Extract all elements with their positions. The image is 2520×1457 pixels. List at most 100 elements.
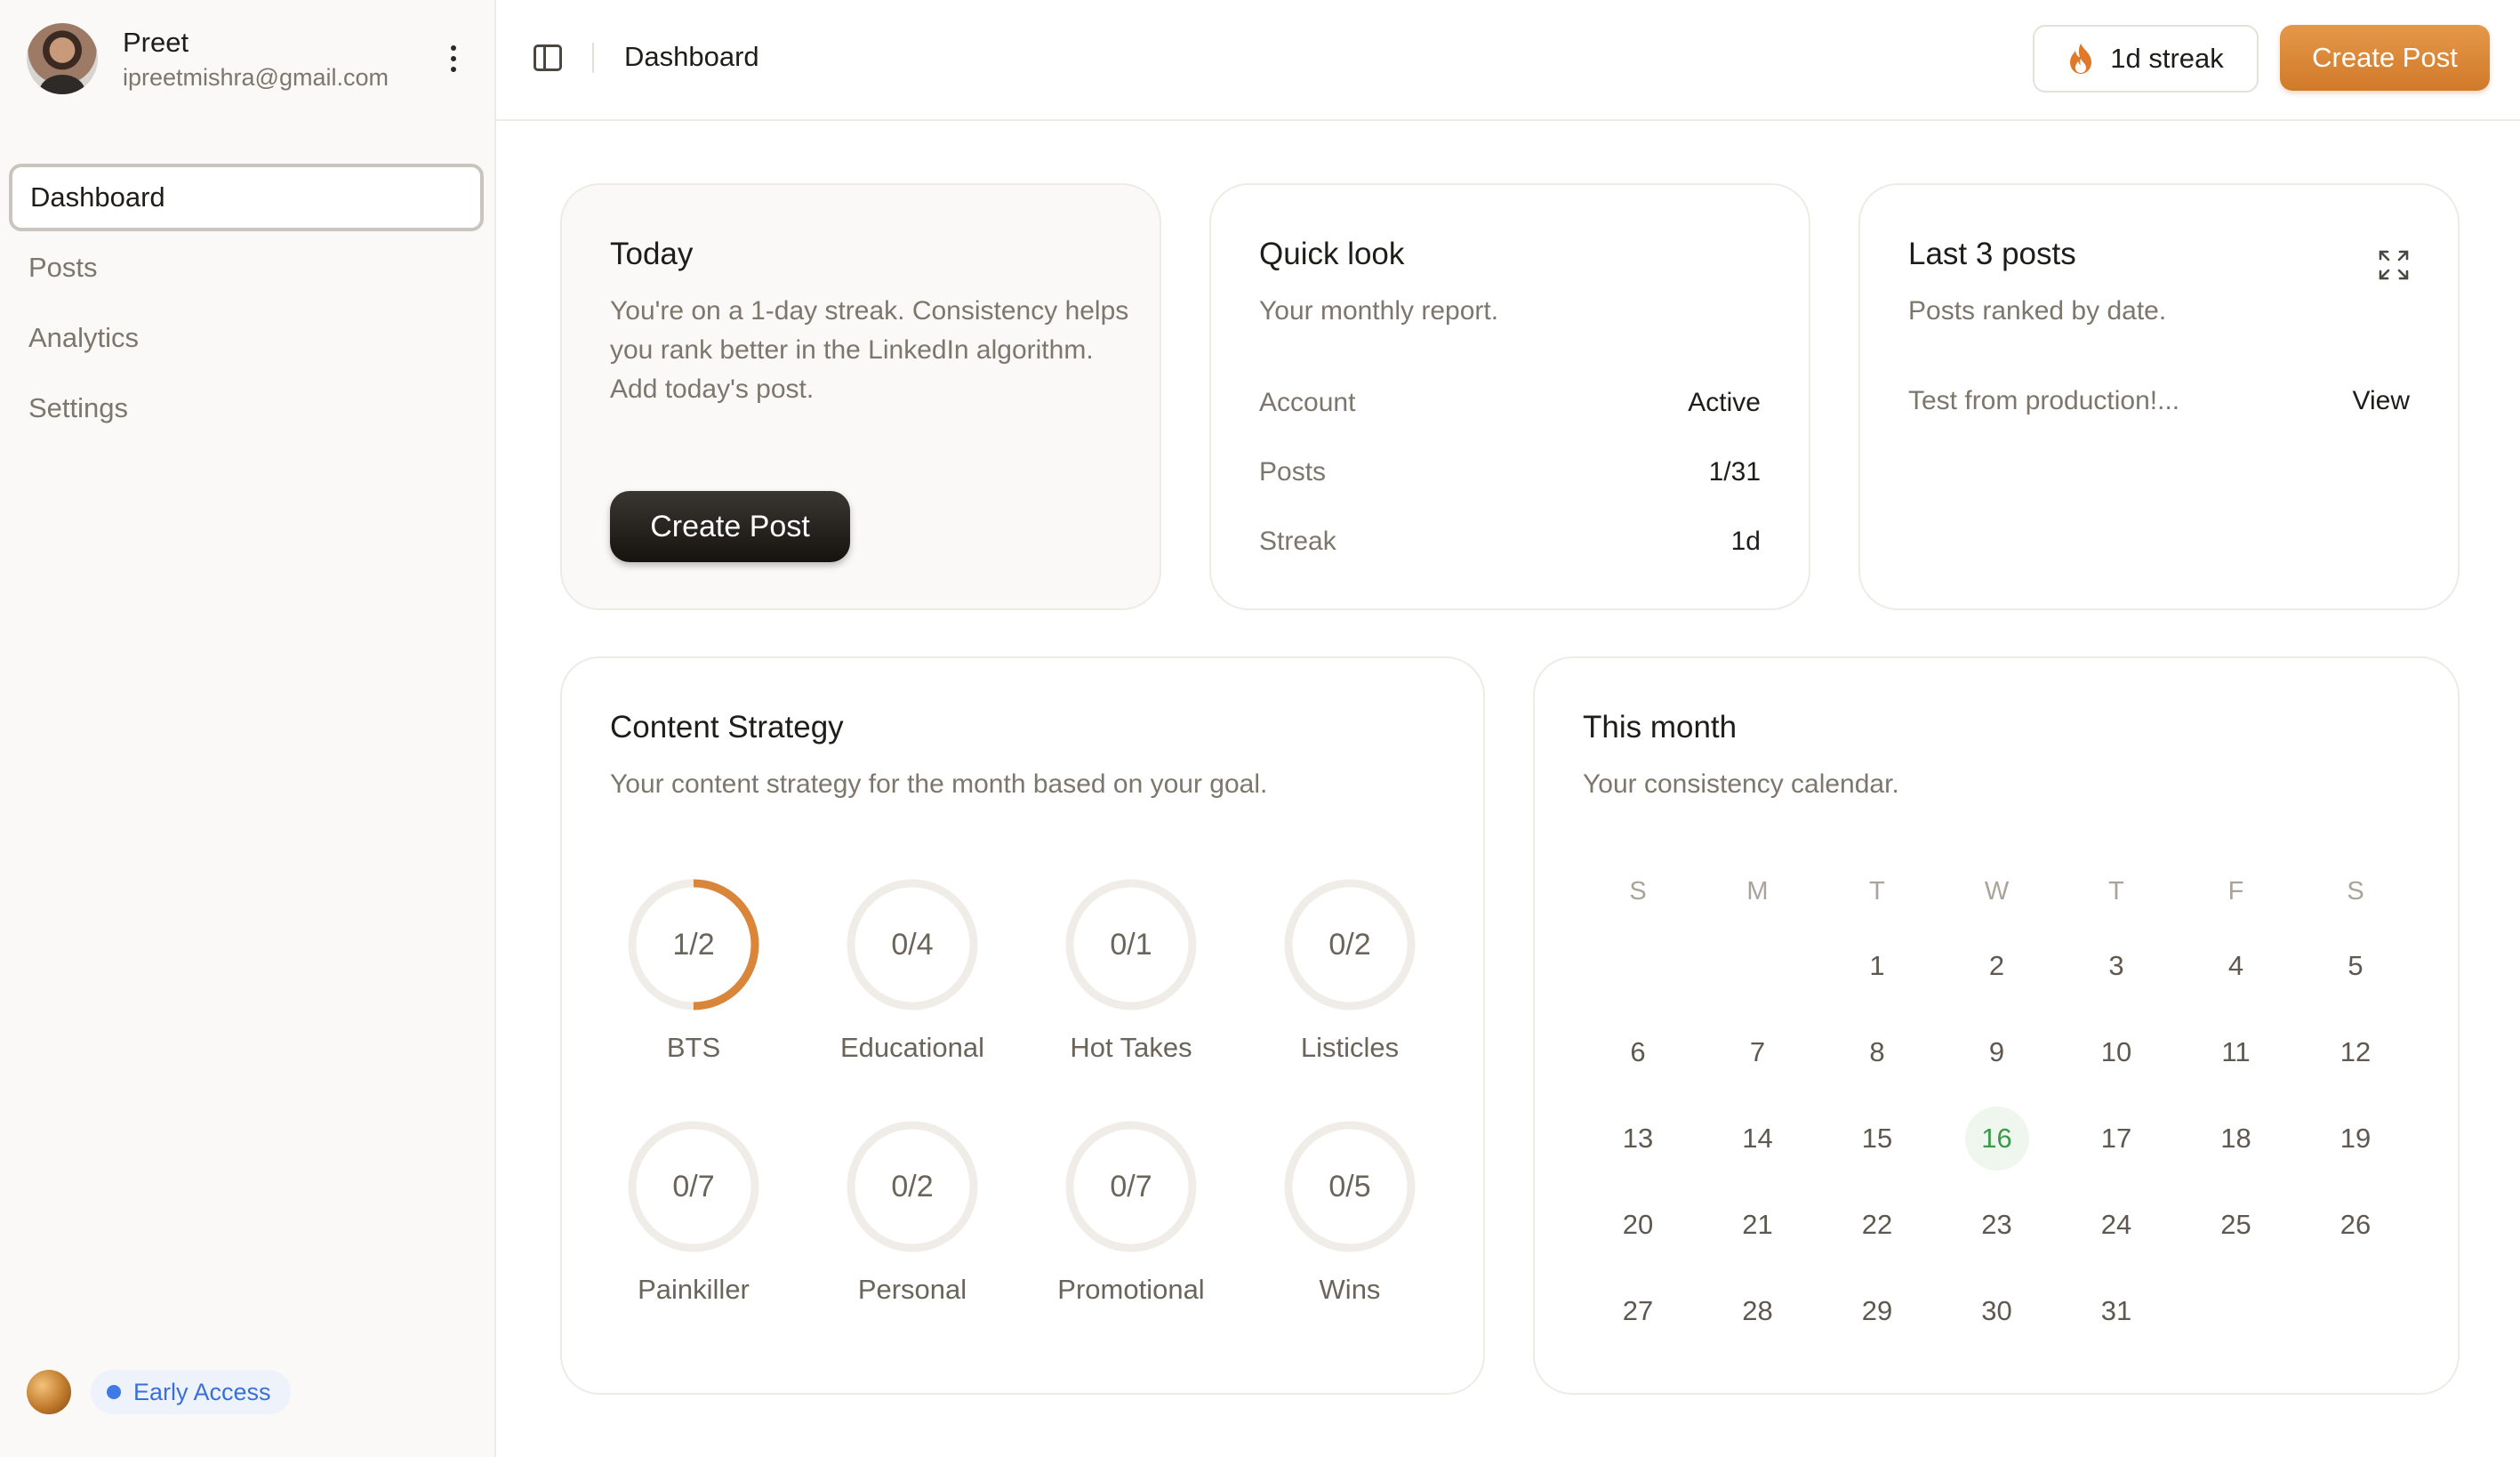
sidebar-item-dashboard[interactable]: Dashboard xyxy=(9,164,484,231)
today-create-post-button[interactable]: Create Post xyxy=(610,491,850,562)
quick-look-key: Account xyxy=(1259,388,1356,417)
strategy-progress-value: 1/2 xyxy=(672,927,715,962)
topbar: Dashboard 1d streak Create Post xyxy=(496,0,2520,121)
strategy-label: Educational xyxy=(839,1032,984,1063)
streak-label: 1d streak xyxy=(2110,43,2224,74)
sidebar-item-settings[interactable]: Settings xyxy=(9,374,484,442)
strategy-progress-value: 0/5 xyxy=(1328,1169,1371,1203)
quick-look-value: 1/31 xyxy=(1708,457,1761,487)
calendar-day[interactable]: 26 xyxy=(2323,1193,2388,1257)
strategy-label: Wins xyxy=(1319,1274,1381,1305)
today-text: You're on a 1-day streak. Consistency he… xyxy=(610,296,1129,404)
calendar-weekday: T xyxy=(1869,876,1885,906)
calendar-day[interactable]: 24 xyxy=(2084,1193,2148,1257)
quick-look-value: 1d xyxy=(1730,527,1761,556)
calendar-day[interactable]: 23 xyxy=(1965,1193,2029,1257)
calendar-title: This month xyxy=(1583,710,1738,745)
calendar-day[interactable]: 15 xyxy=(1845,1107,1909,1171)
strategy-progress-value: 0/7 xyxy=(672,1169,715,1203)
consistency-calendar-card: This month Your consistency calendar. S M… xyxy=(1533,656,2460,1395)
calendar-day[interactable]: 8 xyxy=(1845,1020,1909,1084)
calendar-day[interactable]: 4 xyxy=(2204,934,2268,998)
streak-button[interactable]: 1d streak xyxy=(2033,25,2259,93)
strategy-label: Listicles xyxy=(1300,1032,1400,1063)
calendar-day[interactable]: 27 xyxy=(1606,1279,1670,1343)
strategy-progress-value: 0/2 xyxy=(891,1169,934,1203)
calendar-day[interactable]: 30 xyxy=(1965,1279,2029,1343)
calendar-weekday: T xyxy=(2108,876,2124,906)
post-row[interactable]: Test from production!... View xyxy=(1908,386,2410,416)
avatar xyxy=(27,23,98,94)
calendar-subtitle: Your consistency calendar. xyxy=(1583,769,1899,799)
quick-look-subtitle: Your monthly report. xyxy=(1259,296,1499,326)
divider xyxy=(592,43,594,73)
strategy-label: Hot Takes xyxy=(1070,1032,1192,1063)
sidebar-toggle-icon[interactable] xyxy=(534,44,562,71)
calendar-day[interactable]: 2 xyxy=(1965,934,2029,998)
profile-text: Preet ipreetmishra@gmail.com xyxy=(123,27,389,92)
calendar-weekday: S xyxy=(1629,876,1647,906)
calendar-day[interactable]: 25 xyxy=(2204,1193,2268,1257)
flame-icon xyxy=(2070,44,2092,74)
calendar-day[interactable]: 21 xyxy=(1726,1193,1790,1257)
calendar-day[interactable]: 17 xyxy=(2084,1107,2148,1171)
strategy-ring-promotional: 0/7 xyxy=(1062,1117,1200,1256)
quick-look-key: Posts xyxy=(1259,457,1327,487)
today-card: Today You're on a 1-day streak. Consiste… xyxy=(560,183,1161,610)
more-options-icon[interactable] xyxy=(436,39,471,78)
calendar-day[interactable]: 7 xyxy=(1726,1020,1790,1084)
strategy-label: BTS xyxy=(666,1032,721,1063)
expand-icon[interactable] xyxy=(2378,249,2410,281)
quick-look-row-streak: Streak 1d xyxy=(1259,527,1761,557)
strategy-ring-educational: 0/4 xyxy=(843,875,982,1014)
strategy-progress-value: 0/7 xyxy=(1110,1169,1152,1203)
strategy-progress-value: 0/4 xyxy=(891,927,934,962)
page-title: Dashboard xyxy=(624,41,759,72)
content-strategy-title: Content Strategy xyxy=(610,710,844,745)
quick-look-key: Streak xyxy=(1259,527,1336,556)
strategy-progress-value: 0/2 xyxy=(1328,927,1371,962)
sidebar-item-analytics[interactable]: Analytics xyxy=(9,304,484,372)
early-access-badge: Early Access xyxy=(91,1370,291,1414)
strategy-ring-wins: 0/5 xyxy=(1280,1117,1419,1256)
calendar-day[interactable]: 3 xyxy=(2084,934,2148,998)
calendar-day[interactable]: 19 xyxy=(2323,1107,2388,1171)
calendar-day[interactable]: 5 xyxy=(2323,934,2388,998)
post-title: Test from production!... xyxy=(1908,386,2180,415)
content-strategy-subtitle: Your content strategy for the month base… xyxy=(610,769,1268,799)
user-email: ipreetmishra@gmail.com xyxy=(123,63,389,91)
calendar-day[interactable]: 20 xyxy=(1606,1193,1670,1257)
calendar-day[interactable]: 22 xyxy=(1845,1193,1909,1257)
calendar-day[interactable]: 1 xyxy=(1845,934,1909,998)
calendar-day[interactable]: 10 xyxy=(2084,1020,2148,1084)
strategy-ring-hot-takes: 0/1 xyxy=(1062,875,1200,1014)
user-name: Preet xyxy=(123,26,189,58)
quick-look-row-posts: Posts 1/31 xyxy=(1259,457,1761,487)
strategy-label: Personal xyxy=(857,1274,967,1305)
calendar-day[interactable]: 18 xyxy=(2204,1107,2268,1171)
calendar-day[interactable]: 12 xyxy=(2323,1020,2388,1084)
calendar-day[interactable]: 6 xyxy=(1606,1020,1670,1084)
view-post-link[interactable]: View xyxy=(2353,386,2410,416)
calendar-day[interactable]: 14 xyxy=(1726,1107,1790,1171)
create-post-button[interactable]: Create Post xyxy=(2280,25,2490,91)
calendar-day[interactable]: 28 xyxy=(1726,1279,1790,1343)
strategy-ring-personal: 0/2 xyxy=(843,1117,982,1256)
calendar-day[interactable]: 31 xyxy=(2084,1279,2148,1343)
calendar-day-today[interactable]: 16 xyxy=(1964,1107,2029,1171)
calendar-day[interactable]: 29 xyxy=(1845,1279,1909,1343)
sidebar-item-posts[interactable]: Posts xyxy=(9,234,484,302)
strategy-ring-bts: 1/2 xyxy=(624,875,763,1014)
calendar-day[interactable]: 13 xyxy=(1606,1107,1670,1171)
content-strategy-card: Content Strategy Your content strategy f… xyxy=(560,656,1485,1395)
strategy-label: Promotional xyxy=(1057,1274,1205,1305)
user-profile[interactable]: Preet ipreetmishra@gmail.com xyxy=(27,21,471,96)
calendar-day[interactable]: 9 xyxy=(1965,1020,2029,1084)
calendar-weekday: F xyxy=(2227,876,2244,906)
last-posts-title: Last 3 posts xyxy=(1908,237,2076,271)
calendar-weekday: S xyxy=(2347,876,2364,906)
calendar-day[interactable]: 11 xyxy=(2204,1020,2268,1084)
calendar-weekday: W xyxy=(1984,876,2010,906)
strategy-label: Painkiller xyxy=(638,1274,750,1305)
orb-icon xyxy=(27,1370,71,1414)
